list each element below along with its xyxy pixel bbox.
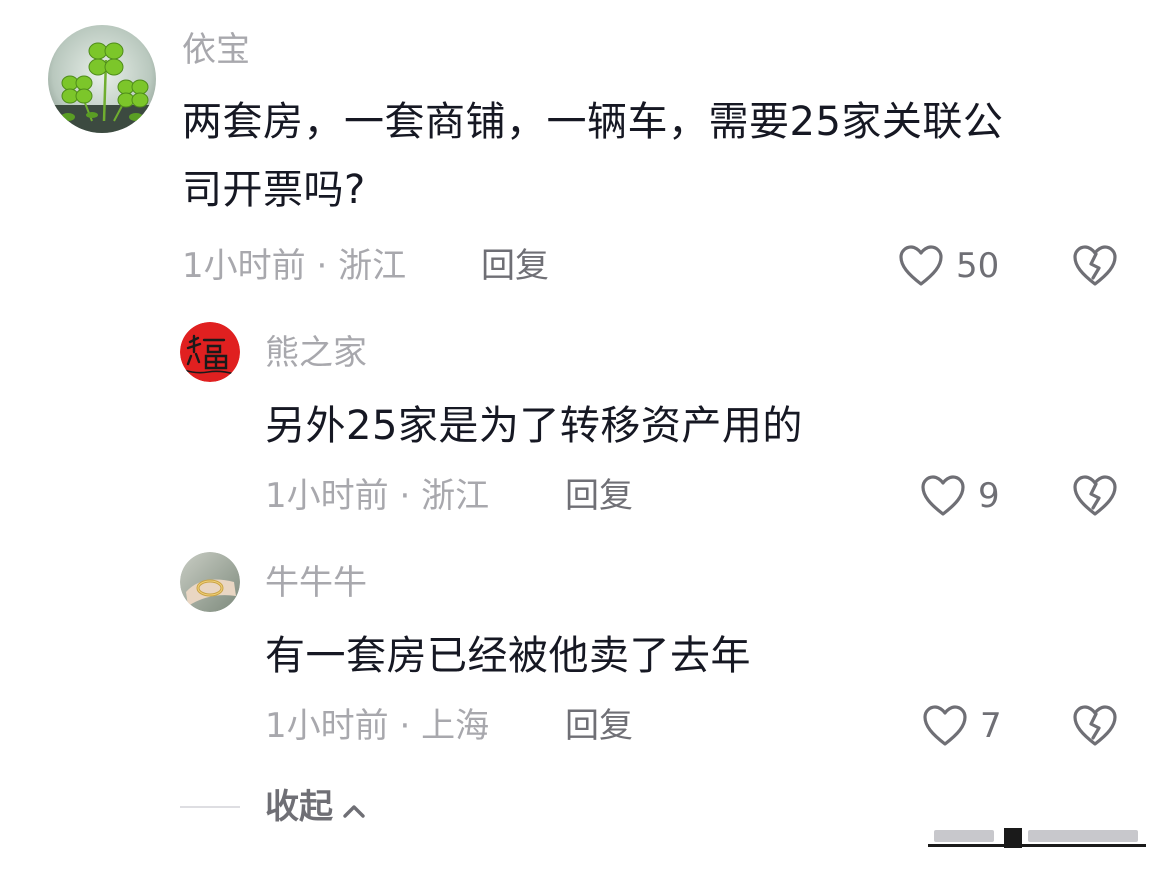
comment-meta: 1小时前 · 浙江: [182, 246, 406, 286]
comment-text-line: 司开票吗?: [182, 167, 366, 213]
comment-username[interactable]: 依宝: [182, 30, 250, 70]
comment-time: 1小时前: [182, 246, 306, 286]
collapse-divider: [180, 806, 240, 808]
avatar[interactable]: [48, 25, 156, 133]
comment-text-line: 两套房，一套商铺，一辆车，需要25家关联公: [182, 99, 1004, 145]
comment-meta: 1小时前 · 上海: [265, 706, 489, 746]
comment-location: 上海: [421, 706, 490, 746]
comment-text: 另外25家是为了转移资产用的: [265, 392, 1125, 460]
clover-avatar-icon: [48, 25, 156, 133]
chevron-up-icon: [341, 789, 367, 829]
like-count: 7: [980, 706, 1002, 746]
comment-time: 1小时前: [265, 476, 389, 516]
comment-text-line: 另外25家是为了转移资产用的: [265, 403, 803, 449]
reply-button[interactable]: 回复: [565, 476, 633, 516]
meta-separator: ·: [399, 476, 411, 516]
avatar[interactable]: [180, 322, 240, 382]
broken-heart-icon[interactable]: [1072, 474, 1118, 522]
comment-text: 两套房，一套商铺，一辆车，需要25家关联公 司开票吗?: [182, 88, 1142, 224]
reply-button[interactable]: 回复: [481, 246, 549, 286]
watermark-graphic: [928, 826, 1146, 852]
bracelet-avatar-icon: [180, 552, 240, 612]
heart-icon[interactable]: [922, 704, 968, 752]
heart-icon[interactable]: [898, 244, 944, 292]
fu-character-avatar-icon: [180, 322, 240, 382]
reply-comment-item: 熊之家 另外25家是为了转移资产用的 1小时前 · 浙江 回复 9: [0, 300, 1170, 530]
comment-location: 浙江: [421, 476, 490, 516]
like-count: 50: [956, 246, 1000, 286]
meta-separator: ·: [399, 706, 411, 746]
reply-button[interactable]: 回复: [565, 706, 633, 746]
comment-meta: 1小时前 · 浙江: [265, 476, 489, 516]
collapse-label: 收起: [265, 787, 333, 827]
comment-text: 有一套房已经被他卖了去年: [265, 622, 1125, 690]
comment-text-line: 有一套房已经被他卖了去年: [265, 633, 751, 679]
collapse-replies-button[interactable]: 收起: [265, 787, 367, 829]
avatar[interactable]: [180, 552, 240, 612]
broken-heart-icon[interactable]: [1072, 244, 1118, 292]
meta-separator: ·: [316, 246, 328, 286]
broken-heart-icon[interactable]: [1072, 704, 1118, 752]
comment-username[interactable]: 熊之家: [265, 333, 367, 373]
like-count: 9: [978, 476, 1000, 516]
comment-time: 1小时前: [265, 706, 389, 746]
comment-location: 浙江: [338, 246, 407, 286]
heart-icon[interactable]: [920, 474, 966, 522]
reply-comment-item: 牛牛牛 有一套房已经被他卖了去年 1小时前 · 上海 回复 7: [0, 530, 1170, 760]
comment-item: 依宝 两套房，一套商铺，一辆车，需要25家关联公 司开票吗? 1小时前 · 浙江…: [0, 0, 1170, 300]
comment-username[interactable]: 牛牛牛: [265, 563, 367, 603]
